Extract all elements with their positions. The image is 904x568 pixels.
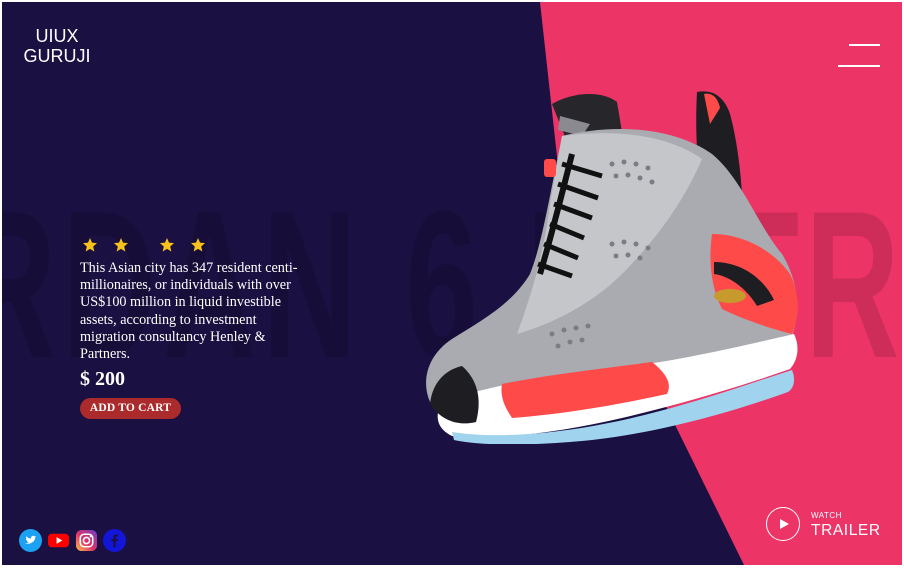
product-hero: RDAN 6 RETR UIUX GURUJI This Asian city … <box>2 2 902 565</box>
star-icon <box>114 238 128 252</box>
star-icon <box>191 238 205 252</box>
product-description: This Asian city has 347 resident centi-m… <box>80 260 298 363</box>
facebook-icon[interactable] <box>103 529 126 552</box>
rating-stars <box>82 237 222 253</box>
menu-line <box>838 65 880 67</box>
brand-logo[interactable]: UIUX GURUJI <box>22 26 92 66</box>
product-price: $ 200 <box>80 368 125 390</box>
watch-label: WATCH <box>811 511 842 520</box>
instagram-icon[interactable] <box>75 529 98 552</box>
menu-line <box>849 44 880 46</box>
watch-trailer-button[interactable]: WATCH TRAILER <box>766 507 886 547</box>
brand-logo-line1: UIUX <box>35 26 79 46</box>
brand-logo-line2: GURUJI <box>23 46 91 66</box>
star-icon <box>83 238 97 252</box>
add-to-cart-button[interactable]: ADD TO CART <box>80 398 181 419</box>
twitter-icon[interactable] <box>19 529 42 552</box>
youtube-icon[interactable] <box>47 529 70 552</box>
trailer-label: TRAILER <box>811 522 881 539</box>
hamburger-menu-icon[interactable] <box>834 42 880 70</box>
play-icon <box>766 507 800 541</box>
star-icon <box>160 238 174 252</box>
sneaker-image <box>426 91 798 444</box>
